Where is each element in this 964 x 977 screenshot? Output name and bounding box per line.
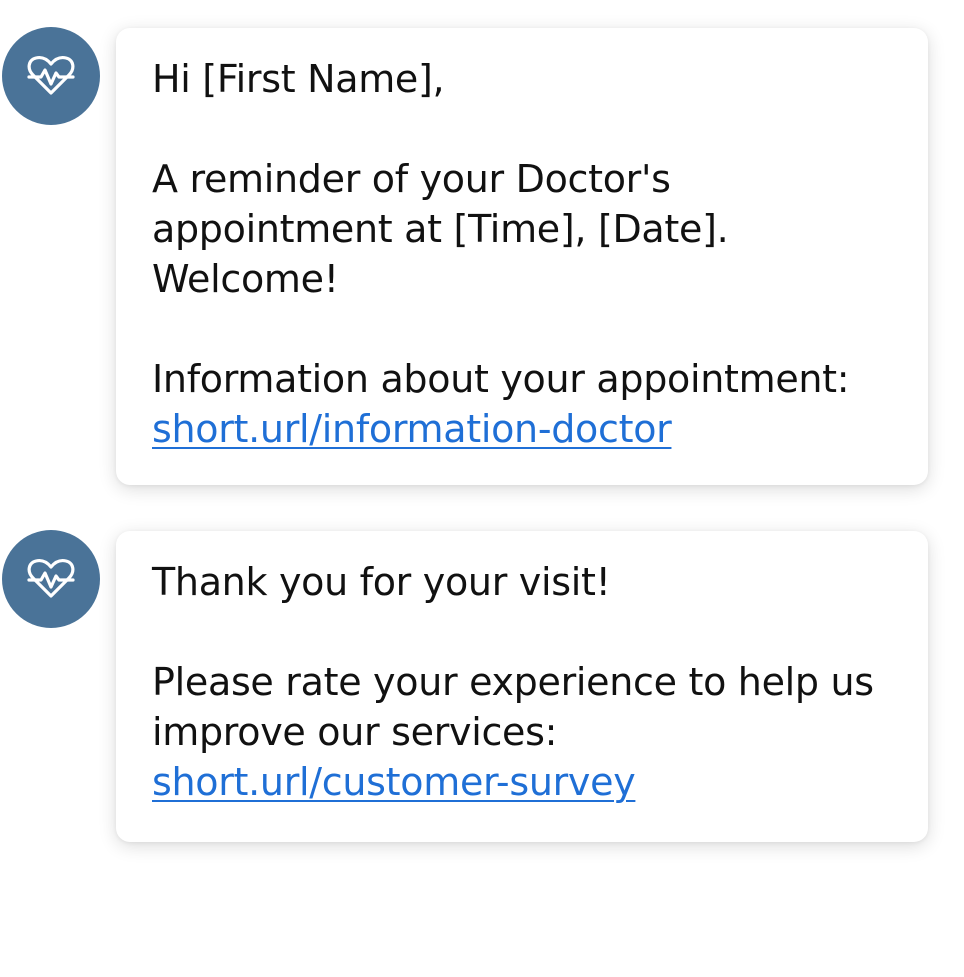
heartbeat-icon	[27, 559, 75, 598]
sender-avatar	[2, 27, 100, 125]
information-link[interactable]: short.url/information-doctor	[152, 404, 904, 454]
sender-avatar	[2, 530, 100, 628]
survey-link[interactable]: short.url/customer-survey	[152, 757, 904, 807]
message-text-line: Information about your appointment:	[152, 357, 850, 401]
message-greeting: Thank you for your visit!	[152, 560, 611, 604]
message-text-line: improve our services:	[152, 710, 558, 754]
heartbeat-icon	[27, 56, 75, 95]
message-greeting: Hi [First Name],	[152, 57, 445, 101]
message-text-line: A reminder of your Doctor's	[152, 157, 671, 201]
message-bubble: Thank you for your visit! Please rate yo…	[116, 531, 928, 842]
message-bubble: Hi [First Name], A reminder of your Doct…	[116, 28, 928, 485]
message-text-line: Please rate your experience to help us	[152, 660, 874, 704]
message-text-line: Welcome!	[152, 257, 339, 301]
message-text-line: appointment at [Time], [Date].	[152, 207, 729, 251]
